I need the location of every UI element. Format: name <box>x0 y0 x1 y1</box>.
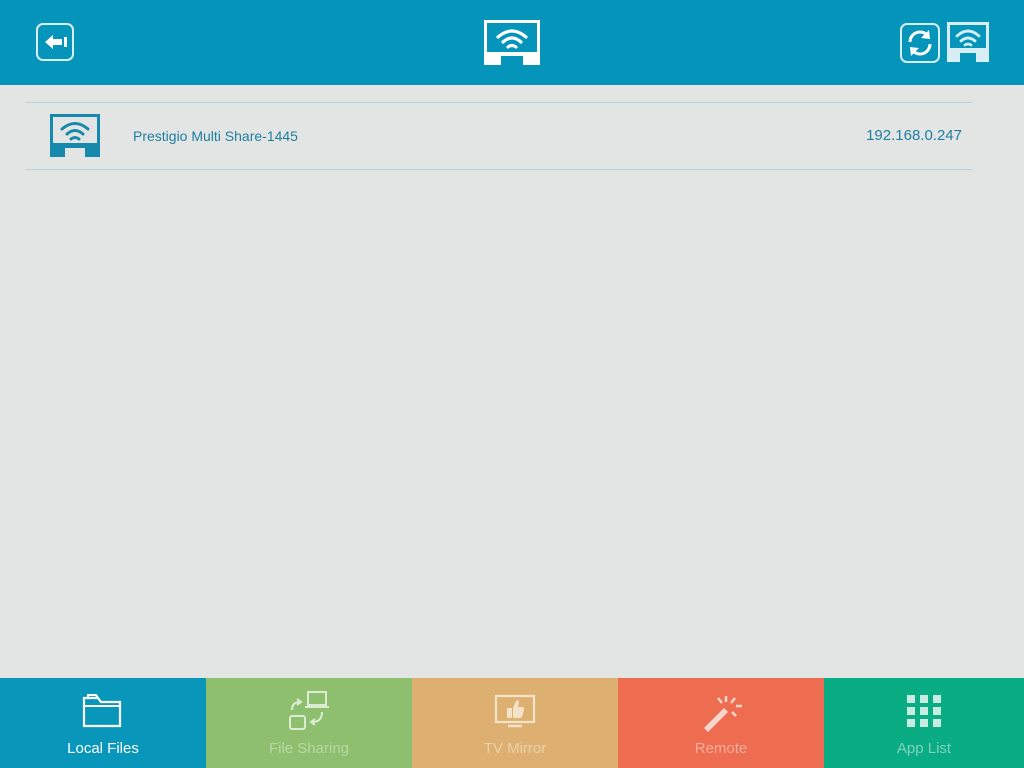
device-list-area: Prestigio Multi Share-1445 192.168.0.247 <box>0 85 1024 678</box>
grid-icon <box>907 695 941 727</box>
tab-label: File Sharing <box>268 740 350 757</box>
cast-button[interactable] <box>947 22 989 62</box>
device-ip-address: 192.168.0.247 <box>866 127 962 144</box>
folder-icon <box>82 694 122 728</box>
refresh-icon <box>908 30 932 56</box>
tab-local-files[interactable]: Local Files <box>0 678 206 768</box>
tab-app-list[interactable]: App List <box>824 678 1024 768</box>
device-list: Prestigio Multi Share-1445 192.168.0.247 <box>26 102 972 170</box>
top-bar <box>0 0 1024 85</box>
tv-mirror-icon <box>494 694 536 728</box>
device-row[interactable]: Prestigio Multi Share-1445 192.168.0.247 <box>26 102 972 170</box>
tab-label: Local Files <box>67 740 139 757</box>
wifi-cast-icon <box>50 114 100 157</box>
tab-tv-mirror[interactable]: TV Mirror <box>412 678 618 768</box>
tab-remote[interactable]: Remote <box>618 678 824 768</box>
tab-file-sharing[interactable]: File Sharing <box>206 678 412 768</box>
tab-label: TV Mirror <box>483 740 547 757</box>
back-arrow-icon <box>45 35 67 49</box>
back-button[interactable] <box>36 23 74 61</box>
wifi-cast-logo-icon <box>484 20 540 65</box>
refresh-button[interactable] <box>900 23 940 63</box>
tab-label: App List <box>896 740 952 757</box>
tab-label: Remote <box>694 740 748 757</box>
magic-wand-icon <box>704 696 742 732</box>
device-name: Prestigio Multi Share-1445 <box>133 128 298 144</box>
bottom-tab-bar: Local Files File Sharing TV Mirror Remot… <box>0 678 1024 768</box>
file-sharing-icon <box>289 691 329 730</box>
